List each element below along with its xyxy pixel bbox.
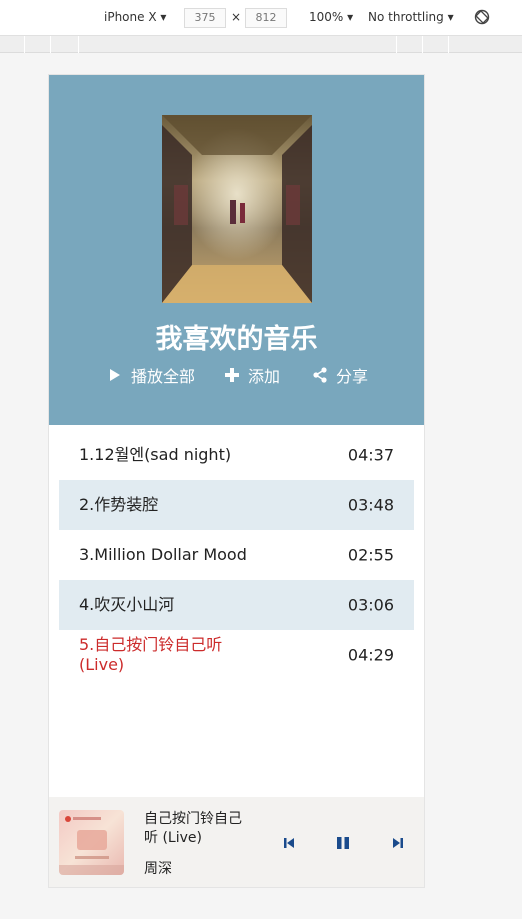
play-all-button[interactable]: 播放全部 [107, 363, 195, 387]
add-button[interactable]: 添加 [224, 363, 280, 387]
song-row[interactable]: 3.Million Dollar Mood 02:55 [59, 530, 414, 580]
device-select[interactable]: iPhone X ▾ [104, 10, 166, 24]
rotate-icon[interactable] [474, 9, 490, 25]
plus-icon [225, 368, 239, 382]
mini-player: 自己按门铃自己听 (Live) 周深 [49, 797, 424, 887]
skip-next-icon[interactable] [390, 835, 406, 851]
song-name: 5.自己按门铃自己听 (Live) [79, 635, 223, 674]
phone-viewport: 我喜欢的音乐 播放全部 添加 分享 1.12월엔(sad night) 04:3… [48, 74, 425, 888]
song-duration: 04:37 [347, 445, 394, 465]
now-playing-title: 自己按门铃自己听 (Live) [144, 811, 242, 846]
height-input[interactable]: 812 [245, 8, 287, 28]
song-duration: 04:29 [347, 645, 394, 665]
share-label: 分享 [336, 367, 369, 386]
throttling-select[interactable]: No throttling ▾ [368, 10, 454, 24]
media-query-ruler [0, 36, 522, 53]
device-label: iPhone X [104, 10, 157, 24]
song-name: 4.吹灭小山河 [79, 595, 175, 614]
playlist-cover [162, 115, 312, 303]
share-icon [313, 367, 327, 383]
zoom-select[interactable]: 100% ▾ [309, 10, 353, 24]
playlist-title: 我喜欢的音乐 [155, 324, 318, 355]
song-row[interactable]: 4.吹灭小山河 03:06 [59, 580, 414, 630]
now-playing-artist: 周深 [144, 861, 172, 877]
song-name: 2.作势装腔 [79, 495, 159, 514]
dimension-separator: × [231, 10, 242, 24]
zoom-label: 100% [309, 10, 344, 24]
playlist-actions: 播放全部 添加 分享 [49, 363, 424, 387]
song-name: 3.Million Dollar Mood [79, 545, 247, 564]
song-name: 1.12월엔(sad night) [79, 445, 232, 464]
song-duration: 02:55 [347, 545, 394, 565]
pause-icon[interactable] [335, 835, 351, 851]
playlist-header: 我喜欢的音乐 播放全部 添加 分享 [49, 75, 424, 425]
song-row[interactable]: 2.作势装腔 03:48 [59, 480, 414, 530]
album-art[interactable] [59, 810, 124, 875]
play-icon [110, 369, 120, 381]
throttling-label: No throttling [368, 10, 444, 24]
skip-previous-icon[interactable] [281, 835, 297, 851]
width-input[interactable]: 375 [184, 8, 226, 28]
devtools-toolbar: iPhone X ▾ 375 × 812 100% ▾ No throttlin… [0, 0, 522, 36]
share-button[interactable]: 分享 [312, 363, 368, 387]
play-all-label: 播放全部 [131, 367, 196, 386]
song-row-active[interactable]: 5.自己按门铃自己听 (Live) 04:29 [59, 630, 414, 680]
song-list: 1.12월엔(sad night) 04:37 2.作势装腔 03:48 3.M… [59, 430, 414, 680]
song-duration: 03:06 [347, 595, 394, 615]
add-label: 添加 [248, 367, 281, 386]
song-row[interactable]: 1.12월엔(sad night) 04:37 [59, 430, 414, 480]
song-duration: 03:48 [347, 495, 394, 515]
